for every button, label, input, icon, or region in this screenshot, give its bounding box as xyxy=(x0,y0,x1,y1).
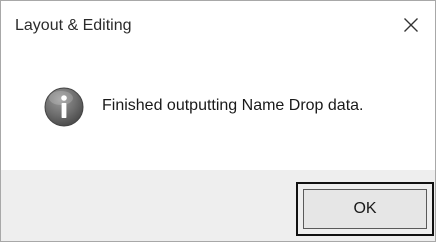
message-dialog: Layout & Editing Finished outputting Nam… xyxy=(0,0,436,242)
info-icon xyxy=(44,87,84,127)
button-bar: OK xyxy=(1,170,435,241)
ok-button-focus-frame: OK xyxy=(296,182,434,236)
close-button[interactable] xyxy=(393,9,429,45)
title-bar: Layout & Editing xyxy=(1,1,435,53)
message-text: Finished outputting Name Drop data. xyxy=(102,97,364,114)
message-area: Finished outputting Name Drop data. xyxy=(1,53,435,170)
close-icon xyxy=(403,17,419,38)
window-title: Layout & Editing xyxy=(15,17,132,34)
ok-button[interactable]: OK xyxy=(303,189,427,229)
